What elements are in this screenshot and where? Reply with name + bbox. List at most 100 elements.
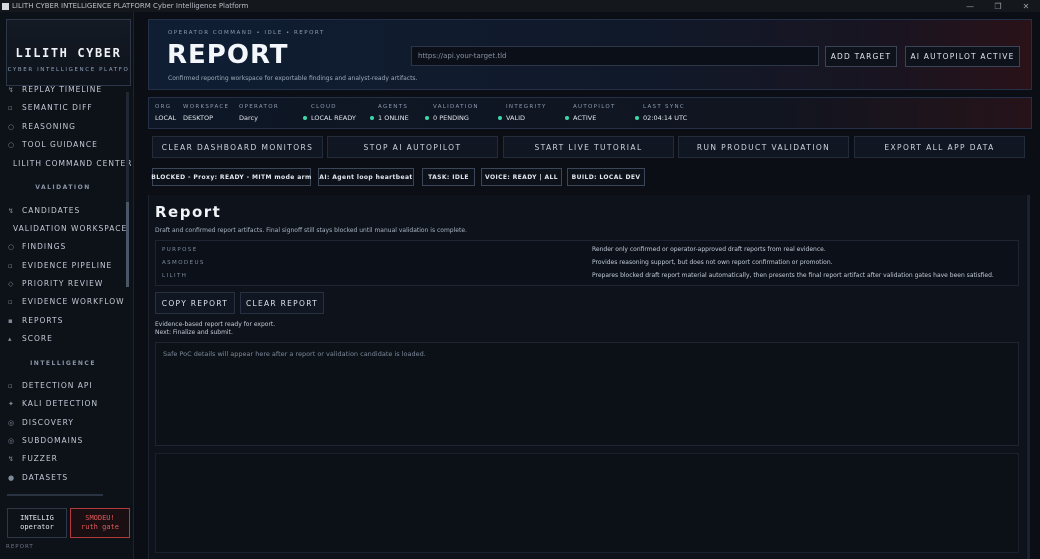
start-live-tutorial-button[interactable]: START LIVE TUTORIAL [503,136,674,158]
sidebar-item-kali-detection[interactable]: ✦ KALI DETECTION [8,399,98,408]
voice-status-chip: VOICE: READY | ALL [481,168,562,186]
export-all-app-data-button[interactable]: EXPORT ALL APP DATA [854,136,1025,158]
status-operator: OPERATOR Darcy [239,104,279,122]
page-header: OPERATOR COMMAND • IDLE • REPORT REPORT … [148,19,1032,90]
section-validation: VALIDATION [35,184,91,191]
status-dot-icon [370,116,374,120]
window-title: LILITH CYBER INTELLIGENCE PLATFORM Cyber… [12,2,249,10]
close-icon[interactable]: ✕ [1012,2,1040,11]
minimize-icon[interactable]: — [956,2,984,11]
document-icon: ▪ [8,316,14,325]
target-url-input[interactable] [411,46,819,66]
sidebar-item-reasoning[interactable]: ○ REASONING [8,122,76,131]
status-validation: VALIDATION 0 PENDING [425,104,479,122]
report-output-box[interactable] [155,453,1019,553]
bolt-icon: ↯ [8,454,15,463]
brand-subtitle: CYBER INTELLIGENCE PLATFO [7,67,130,73]
poc-placeholder: Safe PoC details will appear here after … [163,350,426,358]
task-status-chip: TASK: IDLE [422,168,475,186]
proxy-status-chip: BLOCKED - Proxy: READY - MITM mode arm [151,168,311,186]
panel-scrollbar[interactable] [1027,195,1030,559]
report-status-note: Evidence-based report ready for export. [155,321,276,328]
sidebar-item-replay-timeline[interactable]: ↯ REPLAY TIMELINE [8,85,102,94]
table-row: LILITH Prepares blocked draft report mate… [162,272,994,279]
clear-report-button[interactable]: CLEAR REPORT [240,292,324,314]
status-dot-icon [303,116,307,120]
diamond-icon: ◇ [8,279,15,288]
report-description: Draft and confirmed report artifacts. Fi… [155,227,467,234]
sidebar-item-findings[interactable]: ○ FINDINGS [8,242,66,251]
ai-autopilot-button[interactable]: AI AUTOPILOT ACTIVE [905,46,1020,67]
sidebar-divider [7,494,103,496]
sidebar-item-reports[interactable]: ▪ REPORTS [8,316,63,325]
target-icon: ◎ [8,436,16,445]
section-intelligence: INTELLIGENCE [30,360,96,367]
status-agents: AGENTS 1 ONLINE [370,104,409,122]
sidebar: LILITH CYBER CYBER INTELLIGENCE PLATFO ↯… [0,12,134,559]
report-title: Report [155,203,222,221]
copy-report-button[interactable]: COPY REPORT [155,292,235,314]
sidebar-item-command-center[interactable]: LILITH COMMAND CENTER [13,159,133,168]
operator-badge[interactable]: INTELLIG operator [7,508,67,538]
circle-icon: ○ [8,122,16,131]
status-dot-icon [635,116,639,120]
sidebar-item-score[interactable]: ▴ SCORE [8,334,53,343]
status-dot-icon [565,116,569,120]
status-org: ORG LOCAL [155,104,177,122]
run-product-validation-button[interactable]: RUN PRODUCT VALIDATION [678,136,849,158]
build-status-chip: BUILD: LOCAL DEV [567,168,645,186]
sidebar-item-evidence-pipeline[interactable]: ▫ EVIDENCE PIPELINE [8,261,112,270]
brand-name: LILITH CYBER [15,46,122,60]
status-bar: ORG LOCAL WORKSPACE DESKTOP OPERATOR Darcy … [148,97,1032,129]
asmodeus-badge[interactable]: SMODEU! ruth gate [70,508,130,538]
sidebar-scroll-thumb[interactable] [126,202,129,287]
stop-ai-autopilot-button[interactable]: STOP AI AUTOPILOT [327,136,498,158]
square-icon: ▫ [8,261,14,270]
maximize-icon[interactable]: ❐ [984,2,1012,11]
status-dot-icon [425,116,429,120]
app-icon [2,2,9,10]
brand-card: LILITH CYBER CYBER INTELLIGENCE PLATFO [6,19,131,86]
sidebar-item-priority-review[interactable]: ◇ PRIORITY REVIEW [8,279,103,288]
sidebar-item-discovery[interactable]: ◎ DISCOVERY [8,418,74,427]
report-next-step: Next: Finalize and submit. [155,329,233,336]
report-info-table: PURPOSE Render only confirmed or operator… [155,240,1019,286]
square-icon: ▫ [8,381,14,390]
table-row: PURPOSE Render only confirmed or operator… [162,246,826,253]
sidebar-item-semantic-diff[interactable]: ▫ SEMANTIC DIFF [8,103,93,112]
target-icon: ◎ [8,418,16,427]
sparkle-icon: ✦ [8,399,15,408]
page-title: REPORT [167,40,289,70]
clear-dashboard-monitors-button[interactable]: CLEAR DASHBOARD MONITORS [152,136,323,158]
report-panel: Report Draft and confirmed report artifa… [148,195,1026,559]
ai-heartbeat-chip: AI: Agent loop heartbeat [318,168,414,186]
sidebar-item-candidates[interactable]: ↯ CANDIDATES [8,206,80,215]
circle-icon: ○ [8,140,16,149]
sidebar-item-detection-api[interactable]: ▫ DETECTION API [8,381,93,390]
window-titlebar: LILITH CYBER INTELLIGENCE PLATFORM Cyber… [0,0,1040,12]
breadcrumb: OPERATOR COMMAND • IDLE • REPORT [168,30,325,36]
status-autopilot: AUTOPILOT ACTIVE [565,104,616,122]
sidebar-item-tool-guidance[interactable]: ○ TOOL GUIDANCE [8,140,98,149]
sidebar-item-fuzzer[interactable]: ↯ FUZZER [8,454,58,463]
sidebar-footer-label: REPORT [6,544,34,550]
poc-details-box[interactable]: Safe PoC details will appear here after … [155,342,1019,446]
add-target-button[interactable]: ADD TARGET [825,46,897,67]
status-dot-icon [498,116,502,120]
sidebar-item-subdomains[interactable]: ◎ SUBDOMAINS [8,436,83,445]
square-icon: ▫ [8,103,14,112]
page-subtitle: Confirmed reporting workspace for export… [168,75,418,82]
circle-icon: ○ [8,242,16,251]
sidebar-item-evidence-workflow[interactable]: ▫ EVIDENCE WORKFLOW [8,297,125,306]
bolt-icon: ↯ [8,85,15,94]
status-integrity: INTEGRITY VALID [498,104,547,122]
database-icon: ● [8,473,16,482]
score-icon: ▴ [8,334,13,343]
status-workspace: WORKSPACE DESKTOP [183,104,230,122]
square-icon: ▫ [8,297,14,306]
status-cloud: CLOUD LOCAL READY [303,104,356,122]
sidebar-item-datasets[interactable]: ● DATASETS [8,473,68,482]
sidebar-item-validation-workspace[interactable]: VALIDATION WORKSPACE [13,224,127,233]
status-last-sync: LAST SYNC 02:04:14 UTC [635,104,687,122]
table-row: ASMODEUS Provides reasoning support, but … [162,259,833,266]
